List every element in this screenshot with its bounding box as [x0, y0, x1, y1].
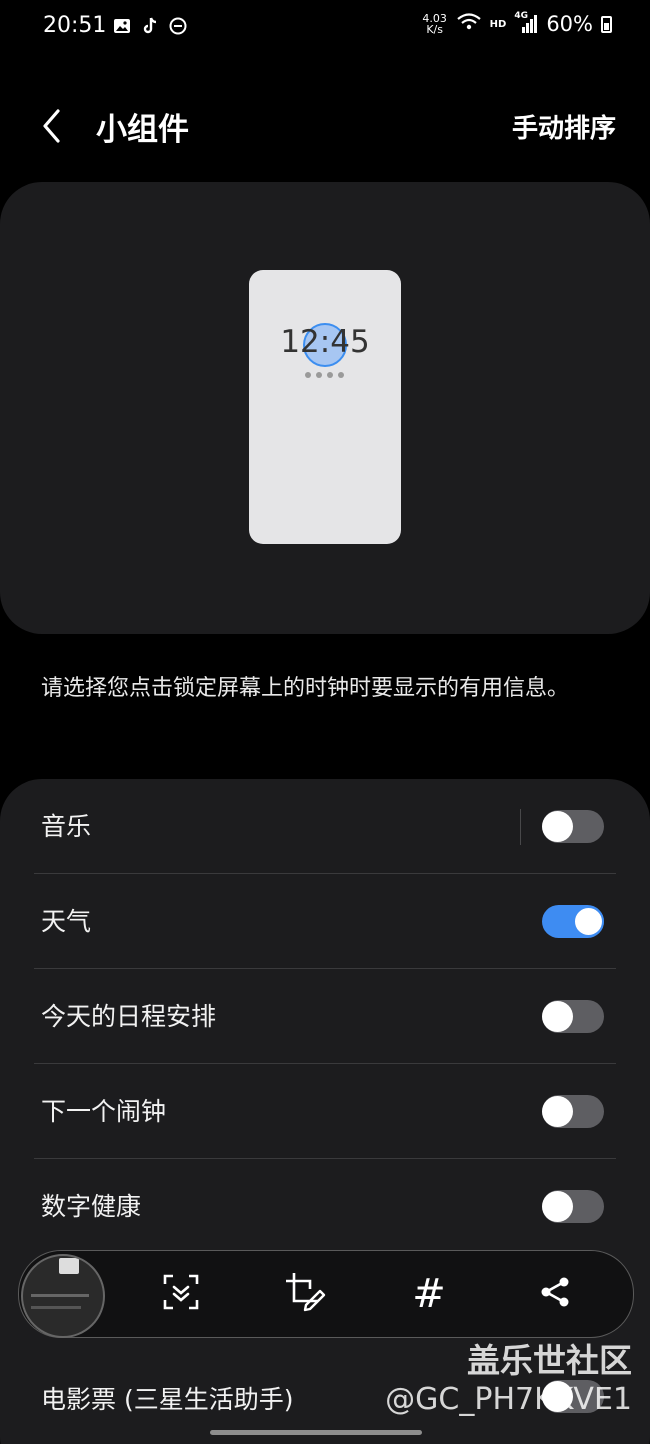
- battery-percent: 60%: [546, 12, 593, 36]
- scan-icon: [162, 1273, 200, 1315]
- page-dot: [338, 372, 344, 378]
- scan-button[interactable]: [159, 1272, 203, 1316]
- preview-clock[interactable]: 12:45: [249, 324, 401, 360]
- toggle-knob: [542, 1001, 573, 1032]
- today-schedule-toggle[interactable]: [542, 1000, 604, 1033]
- page: 20:51 4.03 K/s HD 4G 60% 小组件 手动排序 12:45 …: [0, 0, 650, 1444]
- signal-icon: 4G: [514, 11, 538, 34]
- setting-label: 数字健康: [41, 1192, 142, 1221]
- toggle-knob: [542, 1191, 573, 1222]
- status-time: 20:51: [43, 13, 107, 38]
- share-icon: [538, 1275, 572, 1313]
- page-title: 小组件: [96, 112, 189, 148]
- hashtag-button[interactable]: #: [407, 1272, 451, 1316]
- toggle-knob: [542, 1096, 573, 1127]
- setting-row-digital-wellbeing[interactable]: 数字健康: [0, 1159, 650, 1254]
- setting-label: 下一个闹钟: [41, 1097, 167, 1126]
- setting-label: 音乐: [41, 812, 92, 841]
- share-button[interactable]: [533, 1272, 577, 1316]
- setting-label: 今天的日程安排: [41, 1002, 217, 1031]
- digital-wellbeing-toggle[interactable]: [542, 1190, 604, 1223]
- home-indicator[interactable]: [210, 1430, 422, 1435]
- page-dot: [316, 372, 322, 378]
- row-vertical-divider: [520, 809, 521, 845]
- setting-row-today-schedule[interactable]: 今天的日程安排: [0, 969, 650, 1064]
- page-dot: [327, 372, 333, 378]
- thumbnail-line: [31, 1306, 81, 1309]
- page-dot: [305, 372, 311, 378]
- wifi-icon: [456, 12, 482, 36]
- toggle-knob: [542, 811, 573, 842]
- network-speed: 4.03 K/s: [422, 13, 448, 35]
- toggle-knob: [573, 906, 604, 937]
- screenshot-toolbar: #: [18, 1250, 634, 1338]
- screenshot-thumbnail[interactable]: [21, 1254, 105, 1338]
- weather-toggle[interactable]: [542, 905, 604, 938]
- setting-row-next-alarm[interactable]: 下一个闹钟: [0, 1064, 650, 1159]
- setting-label-movie-tickets[interactable]: 电影票 (三星生活助手): [41, 1380, 293, 1416]
- hashtag-icon: #: [412, 1271, 446, 1317]
- tiktok-icon: [140, 16, 160, 36]
- watermark-username: @GC_PH7KKVE1: [385, 1382, 632, 1417]
- watermark-community: 盖乐世社区: [467, 1341, 632, 1380]
- music-toggle[interactable]: [542, 810, 604, 843]
- dnd-icon: [168, 16, 188, 36]
- back-icon[interactable]: [36, 106, 72, 146]
- lockscreen-preview: 12:45: [249, 270, 401, 544]
- setting-row-weather[interactable]: 天气: [0, 874, 650, 969]
- header: 小组件 手动排序: [0, 96, 650, 160]
- network-speed-unit: K/s: [426, 23, 443, 36]
- hd-label: HD: [489, 18, 507, 30]
- gallery-icon: [112, 16, 132, 36]
- crop-edit-icon: [284, 1271, 326, 1317]
- description-text: 请选择您点击锁定屏幕上的时钟时要显示的有用信息。: [41, 676, 570, 701]
- crop-edit-button[interactable]: [283, 1272, 327, 1316]
- next-alarm-toggle[interactable]: [542, 1095, 604, 1128]
- preview-card: 12:45: [0, 182, 650, 634]
- thumbnail-line: [31, 1294, 89, 1297]
- thumbnail-preview-card: [59, 1258, 79, 1274]
- widget-page-dots: [305, 372, 344, 378]
- manual-sort-button[interactable]: 手动排序: [512, 108, 616, 145]
- setting-label: 天气: [41, 907, 92, 936]
- battery-icon: [601, 15, 612, 33]
- setting-row-music[interactable]: 音乐: [0, 779, 650, 874]
- status-bar: 20:51 4.03 K/s HD 4G 60%: [0, 0, 650, 56]
